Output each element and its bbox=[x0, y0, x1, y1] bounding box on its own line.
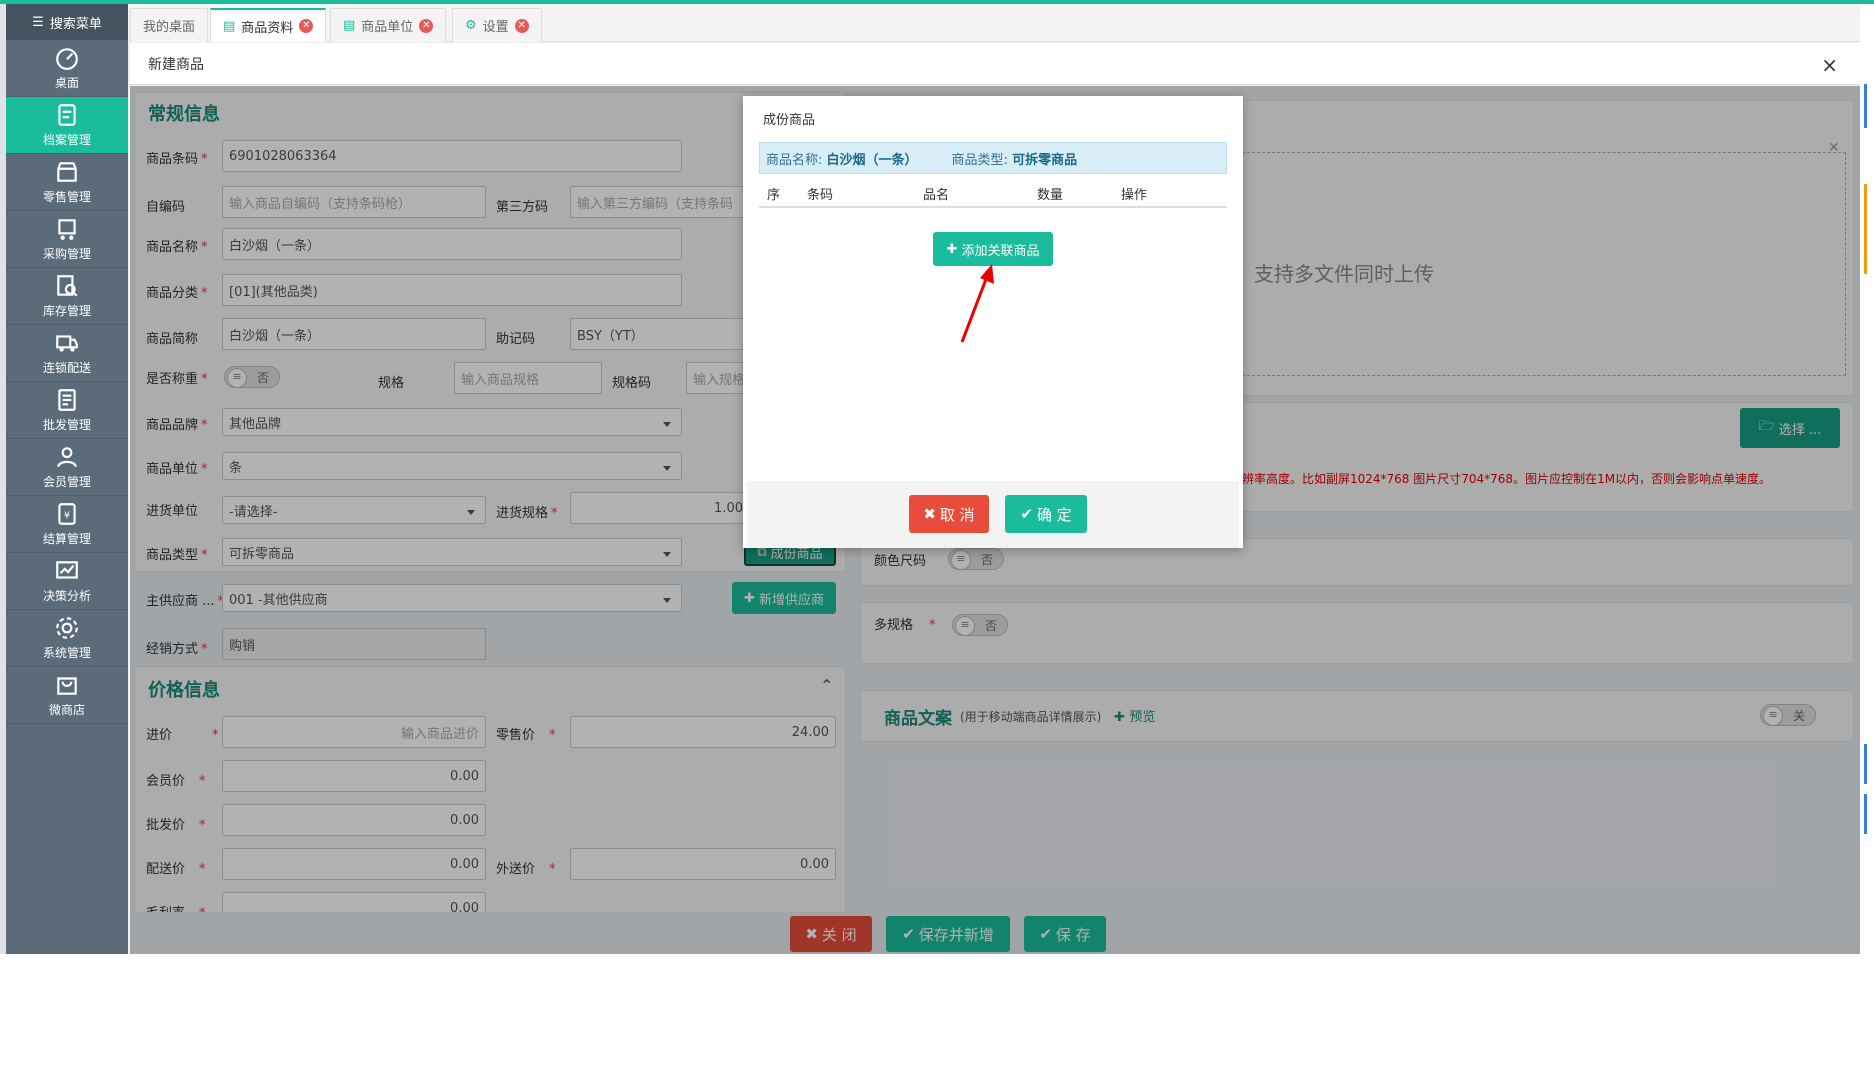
dialog-confirm-button[interactable]: ✔ 确 定 bbox=[1005, 495, 1087, 533]
sidebar: ☰ 搜索菜单 桌面档案管理零售管理采购管理库存管理连锁配送批发管理会员管理 ¥ 结算… bbox=[6, 4, 128, 954]
svg-text:¥: ¥ bbox=[64, 510, 70, 521]
menu-search-button[interactable]: ☰ 搜索菜单 bbox=[6, 4, 128, 40]
right-marker bbox=[1864, 794, 1867, 834]
sidebar-item-2[interactable]: 零售管理 bbox=[6, 154, 128, 211]
wholesale-icon bbox=[58, 389, 76, 411]
check-icon: ✔ bbox=[1020, 505, 1033, 523]
tab-product-unit-label: 商品单位 bbox=[361, 20, 414, 35]
right-marker bbox=[1864, 184, 1867, 274]
dialog-table-header: 序 条码 品名 数量 操作 bbox=[759, 176, 1227, 208]
tab-settings-label: 设置 bbox=[482, 20, 509, 35]
tab-settings[interactable]: ⚙ 设置 ✕ bbox=[452, 8, 542, 42]
sidebar-item-label: 微商店 bbox=[48, 703, 85, 717]
add-related-goods-label: 添加关联商品 bbox=[961, 243, 1040, 259]
tab-product-info-label: 商品资料 bbox=[241, 20, 294, 36]
info-name: 商品名称: 白沙烟（一条） bbox=[766, 152, 918, 168]
dialog-footer: ✖ 取 消 ✔ 确 定 bbox=[747, 481, 1239, 548]
microshop-icon bbox=[57, 677, 77, 695]
analysis-icon bbox=[56, 561, 78, 579]
sidebar-item-11[interactable]: 微商店 bbox=[6, 667, 128, 724]
right-marker bbox=[1864, 84, 1867, 128]
sidebar-item-label: 零售管理 bbox=[42, 190, 91, 204]
settlement-icon: ¥ bbox=[58, 503, 76, 525]
dashboard-icon bbox=[56, 48, 78, 70]
tab-product-unit[interactable]: ▤ 商品单位 ✕ bbox=[330, 8, 447, 42]
tab-desktop-label: 我的桌面 bbox=[143, 20, 196, 35]
sidebar-item-1[interactable]: 档案管理 bbox=[6, 97, 128, 154]
panel-close-icon[interactable]: × bbox=[1821, 53, 1838, 77]
dialog-info-bar: 商品名称: 白沙烟（一条） 商品类型: 可拆零商品 bbox=[759, 142, 1227, 174]
sidebar-item-label: 档案管理 bbox=[42, 133, 91, 147]
sidebar-item-label: 结算管理 bbox=[42, 532, 91, 546]
col-quantity: 数量 bbox=[1037, 188, 1064, 203]
sidebar-item-6[interactable]: 批发管理 bbox=[6, 382, 128, 439]
inventory-icon bbox=[57, 275, 78, 297]
sidebar-item-label: 桌面 bbox=[54, 76, 79, 90]
sidebar-item-5[interactable]: 连锁配送 bbox=[6, 325, 128, 382]
right-scroll-strip bbox=[1860, 4, 1874, 954]
panel-title: 新建商品 bbox=[148, 56, 204, 73]
sidebar-item-label: 批发管理 bbox=[42, 418, 91, 432]
info-type: 商品类型: 可拆零商品 bbox=[951, 152, 1078, 168]
sidebar-item-label: 决策分析 bbox=[42, 589, 91, 603]
document-icon: ▤ bbox=[223, 18, 236, 34]
sidebar-item-label: 系统管理 bbox=[42, 646, 91, 660]
sidebar-item-3[interactable]: 采购管理 bbox=[6, 211, 128, 268]
store-icon bbox=[57, 162, 77, 182]
tab-product-info[interactable]: ▤ 商品资料 ✕ bbox=[210, 8, 327, 42]
right-marker bbox=[1864, 744, 1867, 784]
red-arrow-annotation bbox=[960, 264, 994, 343]
app-window: ☰ 搜索菜单 桌面档案管理零售管理采购管理库存管理连锁配送批发管理会员管理 ¥ 结算… bbox=[0, 0, 1874, 954]
dialog-title: 成份商品 bbox=[763, 112, 816, 128]
sidebar-item-label: 库存管理 bbox=[42, 304, 91, 318]
confirm-label: 确 定 bbox=[1036, 505, 1072, 524]
archive-icon bbox=[58, 104, 76, 126]
sidebar-item-9[interactable]: 决策分析 bbox=[6, 553, 128, 610]
sidebar-item-10[interactable]: 系统管理 bbox=[6, 610, 128, 667]
sidebar-item-label: 采购管理 bbox=[42, 247, 91, 261]
member-icon bbox=[57, 447, 77, 468]
add-related-goods-button[interactable]: ✚ 添加关联商品 bbox=[933, 232, 1053, 266]
cancel-label: 取 消 bbox=[939, 505, 975, 524]
document-icon: ▤ bbox=[343, 18, 356, 33]
col-index: 序 bbox=[767, 188, 781, 203]
plus-icon: ✚ bbox=[946, 241, 958, 257]
sidebar-item-8[interactable]: ¥ 结算管理 bbox=[6, 496, 128, 553]
gear-icon: ⚙ bbox=[465, 18, 477, 33]
close-icon[interactable]: ✕ bbox=[419, 18, 434, 33]
close-icon[interactable]: ✕ bbox=[514, 18, 529, 33]
sidebar-item-7[interactable]: 会员管理 bbox=[6, 439, 128, 496]
tab-desktop[interactable]: 我的桌面 bbox=[130, 8, 209, 42]
menu-search-label: 搜索菜单 bbox=[49, 16, 102, 32]
purchase-icon bbox=[58, 219, 76, 240]
system-icon bbox=[56, 617, 78, 639]
delivery-icon bbox=[56, 335, 78, 352]
col-name: 品名 bbox=[923, 188, 950, 203]
sidebar-item-4[interactable]: 库存管理 bbox=[6, 268, 128, 325]
col-barcode: 条码 bbox=[807, 188, 834, 203]
col-action: 操作 bbox=[1121, 188, 1148, 203]
tab-bar: 我的桌面 ▤ 商品资料 ✕ ▤ 商品单位 ✕ ⚙ 设置 ✕ bbox=[130, 4, 1860, 42]
menu-search-icon: ☰ bbox=[32, 14, 44, 30]
sidebar-item-label: 会员管理 bbox=[42, 475, 91, 489]
panel-header: 新建商品 × bbox=[130, 43, 1860, 85]
sidebar-item-0[interactable]: 桌面 bbox=[6, 40, 128, 97]
close-icon[interactable]: ✕ bbox=[299, 19, 314, 33]
sidebar-item-label: 连锁配送 bbox=[42, 361, 91, 375]
dialog-cancel-button[interactable]: ✖ 取 消 bbox=[909, 495, 989, 533]
times-icon: ✖ bbox=[923, 505, 936, 523]
